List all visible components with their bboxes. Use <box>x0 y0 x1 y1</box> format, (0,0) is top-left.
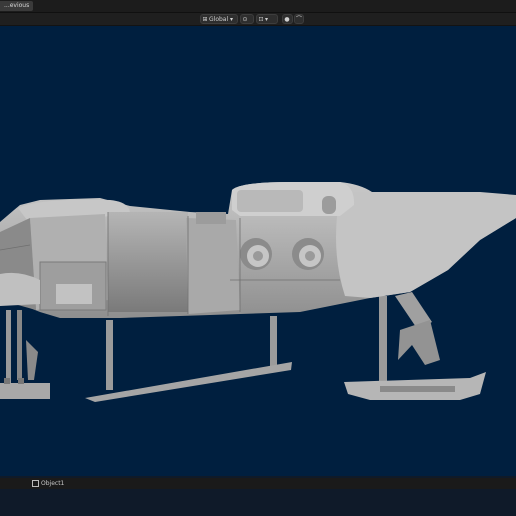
viewport-header: ⊞Global ▾ ⊙ ⊡▾ ● ⌒ <box>0 13 516 26</box>
app-window: ...evious ⊞Global ▾ ⊙ ⊡▾ ● ⌒ Object1 <box>0 0 516 516</box>
chevron-down-icon: ▾ <box>265 16 269 23</box>
proportional-falloff-button[interactable]: ⌒ <box>294 14 304 24</box>
pivot-point-button[interactable]: ⊙ <box>240 14 254 24</box>
front-landing-gear <box>344 292 486 400</box>
previous-tab[interactable]: ...evious <box>0 1 34 11</box>
proportional-editing-icon: ● <box>284 16 290 23</box>
3d-viewport[interactable] <box>0 26 516 476</box>
orientation-label: Global <box>209 16 229 23</box>
transform-orientation-icon: ⊞ <box>202 16 208 23</box>
top-bar: ...evious <box>0 0 516 13</box>
active-object-status: Object1 <box>32 480 64 488</box>
transform-orientation-dropdown[interactable]: ⊞Global ▾ <box>200 14 238 24</box>
active-object-label: Object1 <box>41 480 65 487</box>
snap-icon: ⊡ <box>258 16 264 23</box>
status-bar <box>0 478 516 489</box>
chevron-down-icon: ▾ <box>228 16 234 23</box>
proportional-editing-button[interactable]: ● <box>282 14 293 24</box>
middle-skid <box>85 316 292 402</box>
pivot-point-icon: ⊙ <box>242 16 248 23</box>
cabin-block <box>0 199 240 314</box>
helicopter-model[interactable] <box>0 26 516 476</box>
falloff-icon: ⌒ <box>295 16 302 23</box>
snap-toggle[interactable]: ⊡▾ <box>256 14 278 24</box>
object-icon <box>32 480 39 487</box>
rear-landing-gear <box>0 310 50 399</box>
